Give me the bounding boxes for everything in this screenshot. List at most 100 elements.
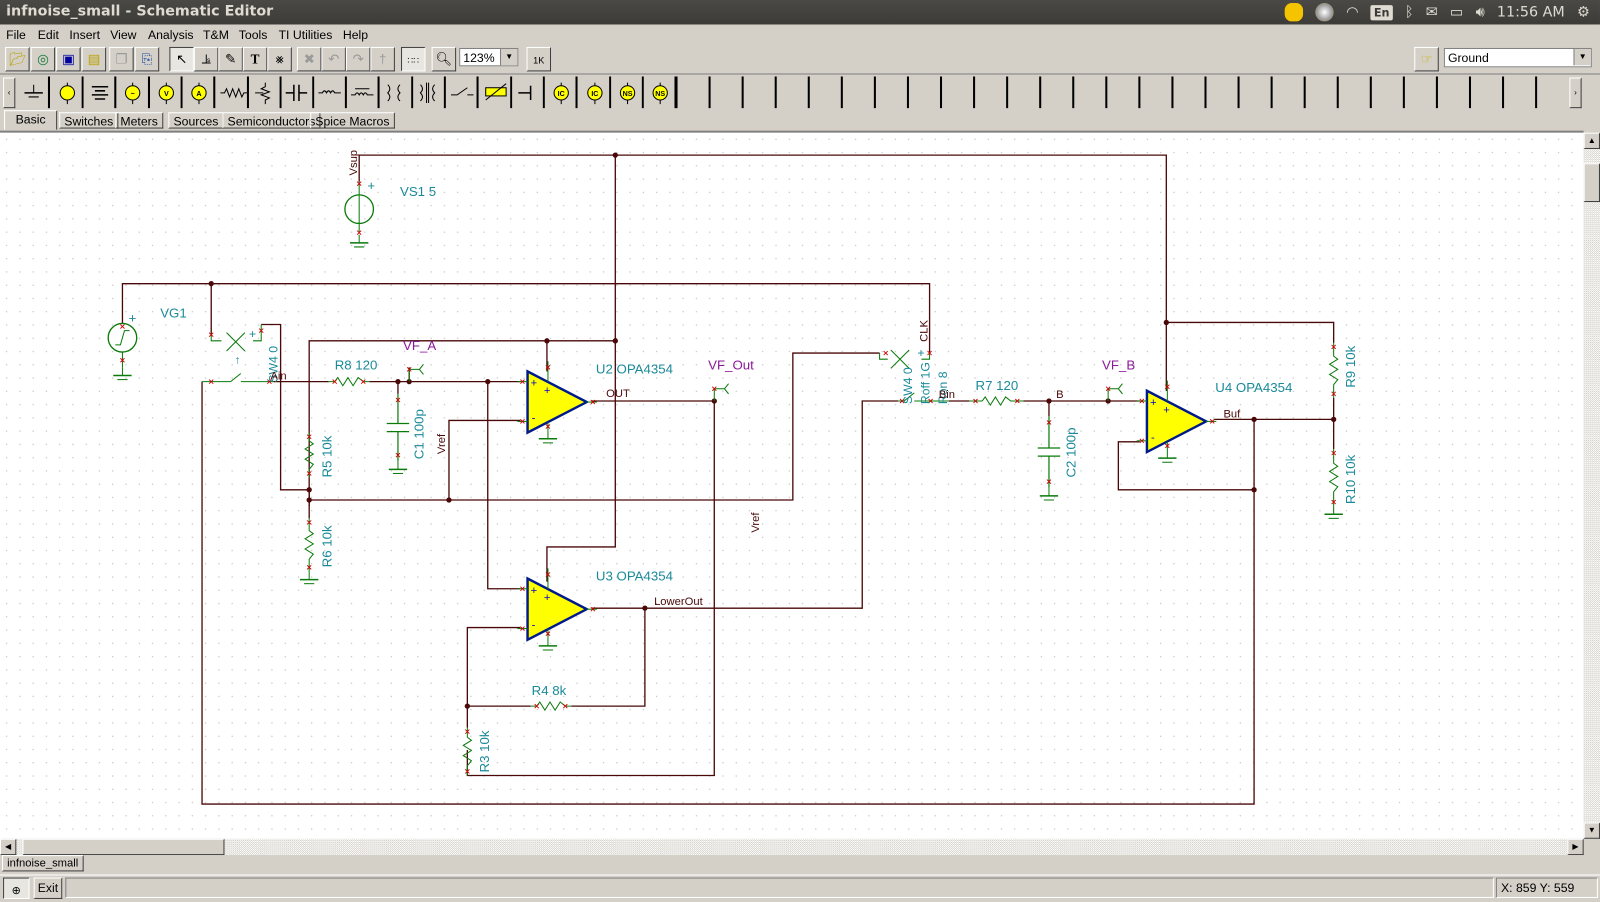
component-palette: ‹ ~ V A IC IC NS NS › xyxy=(0,73,1600,112)
label-u2: U2 OPA4354 xyxy=(596,361,673,376)
label-r6: R6 10k xyxy=(320,525,335,567)
menu-tools[interactable]: Tools xyxy=(239,28,268,42)
junction-dot xyxy=(1163,319,1169,326)
plus-sign: + xyxy=(367,178,375,193)
scroll-up-button[interactable]: ▲ xyxy=(1583,132,1600,149)
save-button[interactable]: ▣ xyxy=(56,46,81,72)
pencil-tool-button[interactable]: ✎ xyxy=(218,46,243,72)
menu-bar: File Edit Insert View Analysis T&M Tools… xyxy=(0,24,1600,45)
undo-button[interactable]: ↶ xyxy=(321,46,346,72)
cursor-coordinates: X: 859 Y: 559 xyxy=(1495,877,1598,898)
schematic[interactable]: + + + ↑ + + - + + - + + - + Vsup VS1 5 VG1 SW4 0 Ain R8 12… xyxy=(0,132,1584,841)
document-tabs: infnoise_small xyxy=(0,855,1600,874)
scroll-left-button[interactable]: ◀ xyxy=(0,838,17,856)
scroll-right-button[interactable]: ▶ xyxy=(1567,838,1584,856)
menu-help[interactable]: Help xyxy=(343,28,368,42)
zoom-value: 123% xyxy=(463,51,495,66)
palette-button-voltage-source[interactable] xyxy=(83,76,116,109)
junction-dot xyxy=(446,497,452,503)
revert-button[interactable]: ▤ xyxy=(81,46,107,72)
power-gear-icon[interactable]: ⚙ xyxy=(1577,4,1590,20)
open-button[interactable]: 📂︎ xyxy=(5,46,30,72)
plus-sign: + xyxy=(531,378,538,390)
wire-tool-button[interactable]: ⫡ xyxy=(193,46,219,72)
plus-sign: + xyxy=(544,592,551,604)
label-vs1: VS1 5 xyxy=(400,184,436,199)
tab-semiconductors[interactable]: Semiconductors xyxy=(222,112,321,129)
current-controlled-plus-text: IC xyxy=(591,90,598,98)
palette-button-transformer[interactable] xyxy=(380,76,413,109)
tab-switches[interactable]: Switches xyxy=(59,112,119,129)
grid-icon: ∷∷ xyxy=(407,55,420,66)
menu-view[interactable]: View xyxy=(110,28,136,42)
volume-icon[interactable]: 🔊︎ xyxy=(1476,4,1485,20)
measure-tool-button[interactable]: ⨳ xyxy=(267,46,292,72)
web-search-button[interactable]: ◎ xyxy=(30,46,56,72)
exit-button[interactable]: Exit xyxy=(33,877,63,899)
place-component-button[interactable]: ☞ xyxy=(1414,46,1439,72)
menu-edit[interactable]: Edit xyxy=(38,28,59,42)
menu-ti-utilities[interactable]: TI Utilities xyxy=(279,28,333,42)
label-vf-out: VF_Out xyxy=(708,357,754,372)
document-tab-infnoise-small[interactable]: infnoise_small xyxy=(2,855,84,872)
chevron-down-icon[interactable]: ▼ xyxy=(1573,48,1591,66)
menu-analysis[interactable]: Analysis xyxy=(148,28,194,42)
junction-dot xyxy=(306,497,312,503)
tab-meters[interactable]: Meters xyxy=(115,112,163,129)
label-vf-a: VF_A xyxy=(403,338,436,353)
pin-button[interactable]: † xyxy=(370,46,395,72)
undo-icon: ↶ xyxy=(328,51,340,67)
label-vf-b: VF_B xyxy=(1102,357,1135,372)
copy-icon: ❐ xyxy=(115,51,128,67)
delete-button[interactable]: ✖ xyxy=(296,46,322,72)
horizontal-scrollbar[interactable]: ◀ ▶ xyxy=(0,838,1584,856)
tab-spice-macros[interactable]: Spice Macros xyxy=(310,112,395,129)
copy-button[interactable]: ❐ xyxy=(109,46,134,72)
junction-dot xyxy=(464,703,470,709)
pin-icon: † xyxy=(378,51,387,67)
palette-button-switch[interactable] xyxy=(445,76,478,109)
disc-icon[interactable] xyxy=(1315,3,1334,22)
scroll-down-button[interactable]: ▼ xyxy=(1583,822,1600,839)
palette-button-inductor-core[interactable] xyxy=(346,76,379,109)
select-tool-button[interactable]: ↖ xyxy=(169,46,194,72)
wifi-icon[interactable]: ◠ xyxy=(1346,4,1358,20)
battery-icon[interactable]: ▭ xyxy=(1450,4,1464,20)
minus-sign: - xyxy=(532,412,536,424)
horizontal-scroll-thumb[interactable] xyxy=(22,838,225,856)
circuit-mode-button[interactable]: ⊕ xyxy=(3,877,30,899)
chevron-down-icon[interactable]: ▼ xyxy=(499,48,518,66)
component-select[interactable]: Ground ▼ xyxy=(1443,47,1592,68)
clock[interactable]: 11:56 AM xyxy=(1497,4,1565,20)
paste-button[interactable]: ⎘ xyxy=(134,46,160,72)
bluetooth-icon[interactable]: ᛒ xyxy=(1405,4,1414,20)
menu-insert[interactable]: Insert xyxy=(69,28,100,42)
palette-scroll-right[interactable]: › xyxy=(1569,77,1582,109)
grid-toggle-button[interactable]: ∷∷ xyxy=(401,46,426,72)
voltmeter-text: V xyxy=(164,90,169,98)
tab-sources[interactable]: Sources xyxy=(168,112,224,129)
tab-basic[interactable]: Basic xyxy=(4,110,58,130)
paste-icon: ⎘ xyxy=(141,51,153,67)
resistor-label-icon: 1K xyxy=(533,55,545,66)
label-u4: U4 OPA4354 xyxy=(1215,380,1292,395)
menu-tm[interactable]: T&M xyxy=(203,28,229,42)
wire-icon: ⫡ xyxy=(201,51,211,67)
keyboard-language[interactable]: En xyxy=(1370,4,1393,20)
schematic-canvas[interactable]: + + + ↑ + + - + + - + + - + Vsup VS1 5 VG1 SW4 0 Ain R8 12… xyxy=(0,130,1584,841)
label-r7: R7 120 xyxy=(976,378,1019,393)
junction-dot xyxy=(544,338,550,344)
text-tool-button[interactable]: T xyxy=(242,46,268,72)
label-r9: R9 10k xyxy=(1343,345,1358,387)
component-label-button[interactable]: 1K xyxy=(526,46,552,72)
menu-file[interactable]: File xyxy=(6,28,26,42)
vertical-scrollbar[interactable]: ▲ ▼ xyxy=(1583,132,1600,839)
skype-icon[interactable] xyxy=(1284,3,1304,22)
mail-icon[interactable]: ✉ xyxy=(1426,4,1438,20)
net-label-vref-2: Vref xyxy=(750,512,762,533)
zoom-select[interactable]: 123% ▼ xyxy=(459,47,519,67)
plus-sign: + xyxy=(1150,397,1157,409)
vertical-scroll-thumb[interactable] xyxy=(1583,163,1600,203)
zoom-button[interactable]: 🔍︎ xyxy=(431,46,457,72)
redo-button[interactable]: ↷ xyxy=(345,46,371,72)
